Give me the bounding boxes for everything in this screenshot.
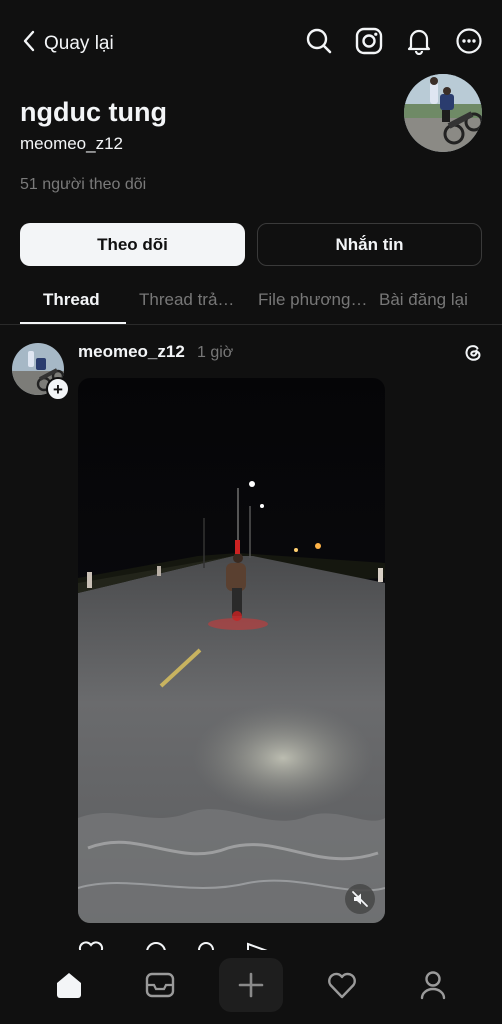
tab-reposts[interactable]: Bài đăng lại [379, 290, 468, 310]
post-username[interactable]: meomeo_z12 [78, 342, 185, 362]
bottom-navigation [0, 950, 502, 1024]
tab-threads[interactable]: Thread [43, 290, 100, 310]
message-button[interactable]: Nhắn tin [257, 223, 482, 266]
more-options-icon[interactable] [454, 26, 484, 56]
back-label: Quay lại [44, 32, 114, 54]
profile-name: ngduc tung [20, 97, 167, 127]
top-bar: Quay lại [0, 20, 502, 66]
tab-media[interactable]: File phương… [258, 290, 367, 310]
messages-icon[interactable] [128, 958, 192, 1012]
profile-handle: meomeo_z12 [20, 134, 124, 153]
post-video[interactable] [78, 378, 385, 923]
active-tab-indicator [20, 322, 126, 324]
tab-replies[interactable]: Thread trả… [139, 290, 234, 310]
threads-logo-icon [462, 341, 484, 363]
profile-icon[interactable] [401, 958, 465, 1012]
instagram-icon[interactable] [354, 26, 384, 56]
profile-tabs: Thread Thread trả… File phương… Bài đăng… [0, 282, 502, 325]
followers-count[interactable]: 51 người theo dõi [20, 176, 146, 194]
follow-plus-badge[interactable]: + [46, 377, 70, 401]
notification-bell-icon[interactable] [404, 26, 434, 56]
activity-heart-icon[interactable] [310, 958, 374, 1012]
home-icon[interactable] [37, 958, 101, 1012]
create-plus-icon[interactable] [219, 958, 283, 1012]
post-timestamp: 1 giờ [197, 344, 234, 361]
mute-toggle-icon[interactable] [345, 884, 375, 914]
chevron-left-icon [22, 30, 36, 57]
search-icon[interactable] [304, 26, 334, 56]
profile-avatar[interactable] [404, 74, 482, 152]
back-button[interactable]: Quay lại [22, 30, 114, 57]
follow-button[interactable]: Theo dõi [20, 223, 245, 266]
